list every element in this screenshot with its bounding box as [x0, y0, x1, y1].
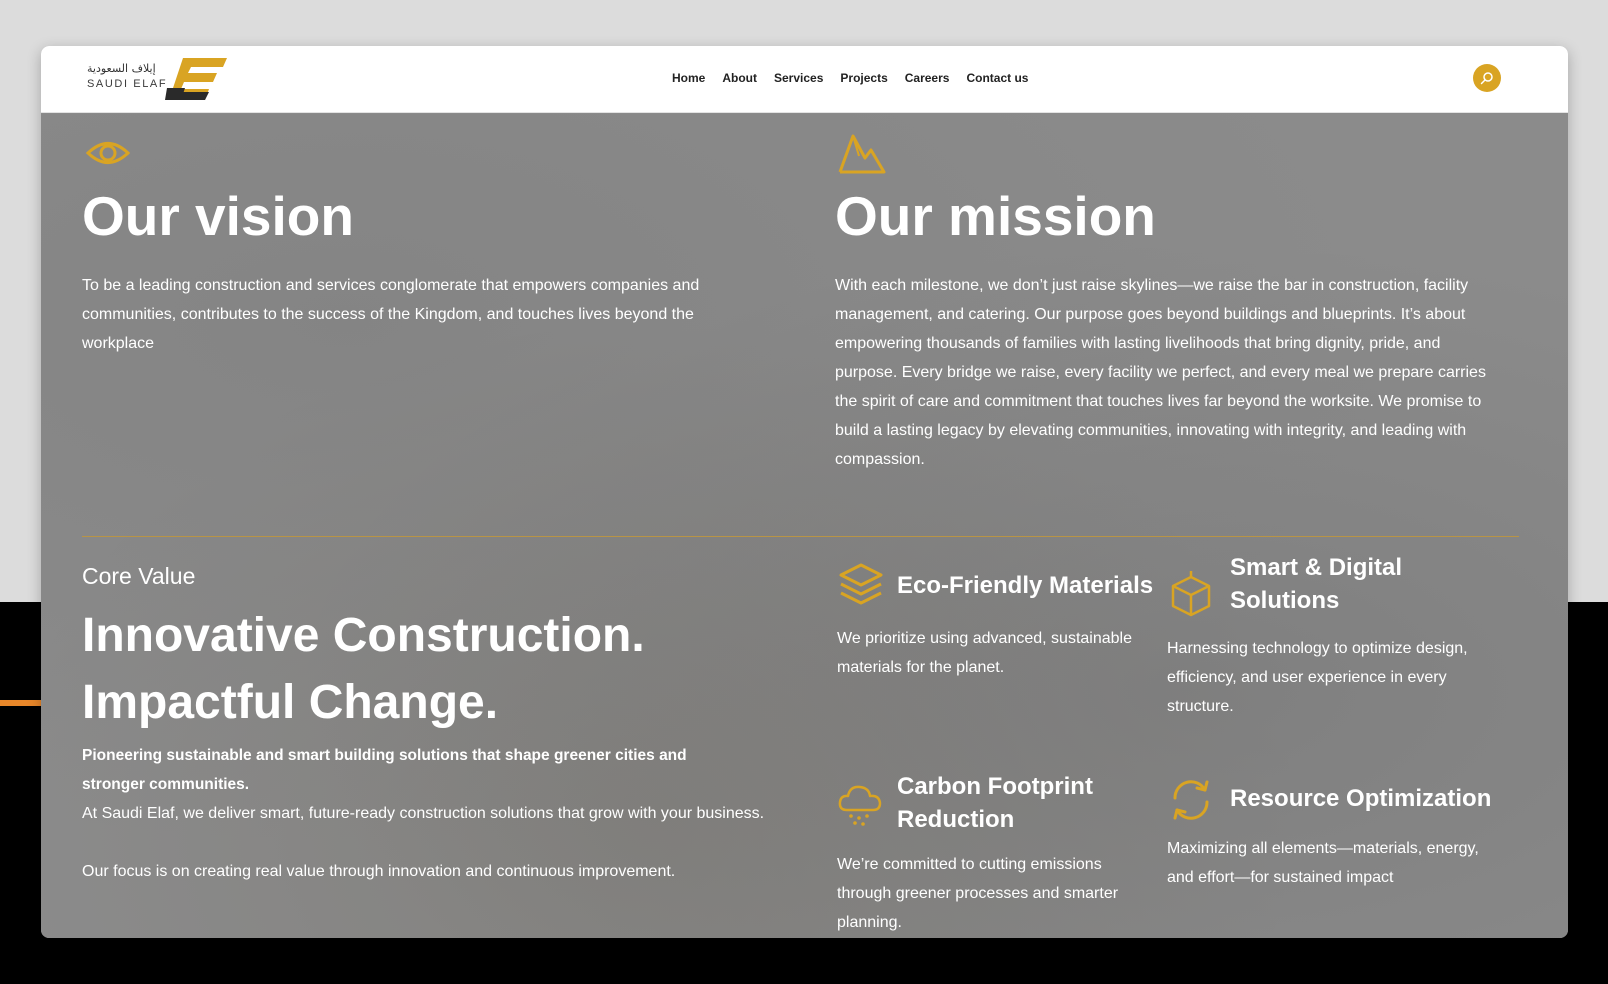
feature-text: We’re committed to cutting emissions thr… [837, 856, 1119, 931]
core-title-line2: Impactful Change. [82, 676, 499, 729]
nav-about[interactable]: About [722, 71, 757, 85]
site-header: إيلاف السعودية SAUDI ELAF Home About Ser… [41, 46, 1568, 113]
feature-title: Eco-Friendly Materials [897, 572, 1154, 599]
search-button[interactable] [1473, 64, 1501, 92]
cube-icon [1171, 571, 1211, 617]
logo-arabic-text: إيلاف السعودية [87, 62, 156, 75]
core-title-line1: Innovative Construction. [82, 609, 645, 662]
feature-text: We prioritize using advanced, sustainabl… [837, 630, 1132, 676]
feature-title: Smart & Digital Solutions [1230, 554, 1403, 614]
section-divider [82, 536, 1519, 537]
about-content: Our vision To be a leading construction … [41, 114, 1568, 938]
nav-services[interactable]: Services [774, 71, 823, 85]
layers-icon [839, 563, 883, 605]
elaf-e-logo-icon [165, 58, 227, 100]
vision-title: Our vision [82, 185, 354, 247]
refresh-icon [1173, 780, 1209, 820]
search-icon [1480, 72, 1493, 85]
core-value-paragraph-1: At Saudi Elaf, we deliver smart, future-… [82, 805, 765, 822]
mountain-icon [838, 134, 886, 174]
nav-projects[interactable]: Projects [840, 71, 887, 85]
eye-icon [85, 142, 131, 164]
orange-accent-bar [0, 700, 41, 706]
vision-text: To be a leading construction and service… [82, 277, 700, 352]
core-value-lead: Pioneering sustainable and smart buildin… [82, 747, 687, 793]
feature-text: Maximizing all elements—materials, energ… [1167, 840, 1479, 886]
core-value-title: Innovative Construction. Impactful Chang… [82, 602, 782, 736]
feature-title: Carbon Footprint Reduction [897, 773, 1093, 833]
cloud-icon [838, 785, 882, 826]
feature-text: Harnessing technology to optimize design… [1167, 640, 1468, 715]
mission-title: Our mission [835, 185, 1156, 247]
logo-latin-text: SAUDI ELAF [87, 78, 168, 90]
nav-careers[interactable]: Careers [905, 71, 950, 85]
nav-contact[interactable]: Contact us [966, 71, 1028, 85]
nav-home[interactable]: Home [672, 71, 705, 85]
main-nav: Home About Services Projects Careers Con… [672, 71, 1028, 85]
core-value-eyebrow: Core Value [82, 563, 196, 589]
browser-frame: إيلاف السعودية SAUDI ELAF Home About Ser… [41, 46, 1568, 938]
core-value-paragraph-2: Our focus is on creating real value thro… [82, 863, 676, 880]
feature-title: Resource Optimization [1230, 785, 1492, 812]
mission-text: With each milestone, we don’t just raise… [835, 277, 1486, 468]
logo[interactable]: إيلاف السعودية SAUDI ELAF [87, 58, 227, 102]
